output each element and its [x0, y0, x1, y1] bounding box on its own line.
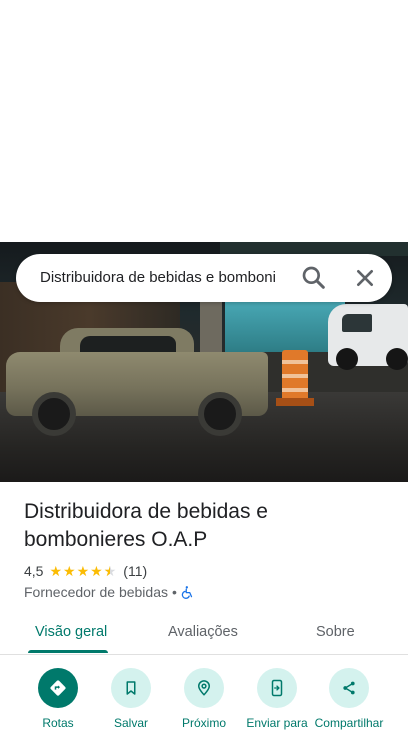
save-label: Salvar: [113, 716, 148, 730]
star-icon: ★: [63, 563, 76, 579]
send-to-phone-button[interactable]: Enviar para: [241, 668, 313, 730]
directions-label: Rotas: [42, 716, 74, 730]
category-row: Fornecedor de bebidas •: [24, 583, 195, 601]
directions-icon: [50, 680, 66, 696]
place-title: Distribuidora de bebidas e bombonieres O…: [24, 500, 268, 551]
nearby-icon: [197, 680, 211, 696]
search-bar[interactable]: Distribuidora de bebidas e bomboni: [16, 254, 392, 302]
tab-reviews[interactable]: Avaliações: [168, 622, 238, 642]
half-star-icon: ★: [104, 563, 117, 579]
bookmark-icon: [126, 681, 136, 695]
star-icon: ★: [76, 563, 90, 579]
rating-stars: ★ ★ ★ ★ ★: [49, 563, 117, 579]
share-button[interactable]: Compartilhar: [313, 668, 385, 730]
nearby-label: Próximo: [181, 716, 226, 730]
close-icon: [357, 270, 373, 286]
tab-about[interactable]: Sobre: [316, 622, 355, 642]
map-area[interactable]: [0, 0, 408, 242]
send-to-phone-label: Enviar para: [246, 716, 308, 730]
star-icon: ★: [49, 563, 63, 579]
reviews-count: (11): [123, 563, 148, 579]
send-to-phone-icon: [271, 679, 283, 697]
search-icon: [302, 266, 325, 289]
share-icon: [343, 681, 355, 695]
tab-overview[interactable]: Visão geral: [35, 622, 107, 642]
save-button[interactable]: Salvar: [95, 668, 167, 730]
active-tab-indicator: [28, 650, 108, 653]
rating-row[interactable]: 4,5 ★ ★ ★ ★ ★ (11): [24, 562, 147, 580]
star-icon: ★: [90, 563, 103, 579]
directions-button[interactable]: Rotas: [22, 668, 94, 730]
search-query[interactable]: Distribuidora de bebidas e bomboni: [40, 268, 290, 288]
nearby-button[interactable]: Próximo: [168, 668, 240, 730]
search-button[interactable]: [298, 262, 330, 294]
wheelchair-accessible-icon: [181, 586, 193, 599]
rating-value: 4,5: [24, 563, 44, 579]
place-category: Fornecedor de bebidas: [24, 584, 168, 600]
tab-bar: Visão geral Avaliações Sobre: [0, 612, 408, 655]
share-label: Compartilhar: [314, 716, 384, 730]
separator-dot: •: [172, 584, 177, 600]
clear-search-button[interactable]: [349, 262, 381, 294]
